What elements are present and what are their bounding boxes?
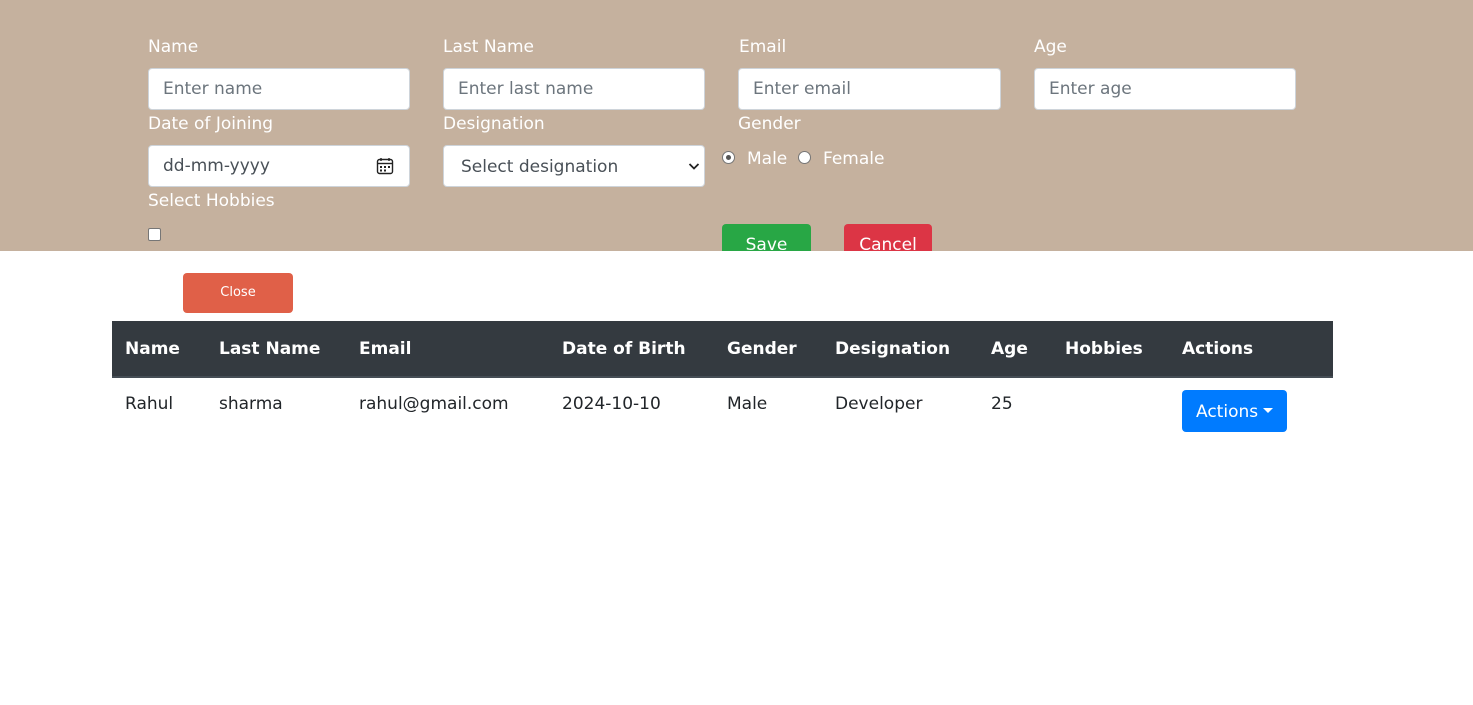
- email-input[interactable]: [738, 68, 1001, 110]
- chevron-down-icon: [688, 163, 700, 170]
- gender-option-male-label: Male: [747, 149, 788, 169]
- name-input[interactable]: [148, 68, 410, 110]
- last-name-input[interactable]: [443, 68, 705, 110]
- table-header-row: Name Last Name Email Date of Birth Gende…: [112, 321, 1333, 378]
- designation-selected-value: Select designation: [461, 157, 619, 177]
- calendar-icon[interactable]: [376, 157, 394, 175]
- actions-label: Actions: [1196, 402, 1259, 422]
- column-header-last-name: Last Name: [219, 339, 321, 359]
- column-header-hobbies: Hobbies: [1065, 339, 1143, 359]
- column-header-date-of-birth: Date of Birth: [562, 339, 686, 359]
- date-of-joining-input[interactable]: dd-mm-yyyy: [148, 145, 410, 187]
- cell-last-name: sharma: [219, 394, 283, 414]
- cell-designation: Developer: [835, 394, 923, 414]
- last-name-label: Last Name: [443, 37, 534, 57]
- cell-name: Rahul: [125, 394, 174, 414]
- column-header-designation: Designation: [835, 339, 951, 359]
- cancel-button[interactable]: Cancel: [844, 224, 932, 251]
- cell-age: 25: [991, 394, 1013, 414]
- hobby-checkbox[interactable]: [148, 228, 161, 241]
- column-header-gender: Gender: [727, 339, 797, 359]
- column-header-name: Name: [125, 339, 180, 359]
- cell-email: rahul@gmail.com: [359, 394, 509, 414]
- cell-gender: Male: [727, 394, 768, 414]
- gender-radio-female[interactable]: [798, 151, 811, 164]
- column-header-age: Age: [991, 339, 1028, 359]
- close-button[interactable]: Close: [183, 273, 293, 313]
- actions-dropdown-button[interactable]: Actions: [1182, 390, 1287, 432]
- name-label: Name: [148, 37, 199, 57]
- designation-label: Designation: [443, 114, 545, 134]
- gender-radio-male[interactable]: [722, 151, 735, 164]
- date-placeholder: dd-mm-yyyy: [163, 156, 270, 176]
- save-button[interactable]: Save: [722, 224, 811, 251]
- employee-form-panel: Name Last Name Email Age Date of Joining…: [0, 0, 1473, 251]
- column-header-email: Email: [359, 339, 412, 359]
- cell-date-of-birth: 2024-10-10: [562, 394, 661, 414]
- email-label: Email: [739, 37, 787, 57]
- column-header-actions: Actions: [1182, 339, 1254, 359]
- caret-down-icon: [1263, 408, 1273, 413]
- gender-option-female-label: Female: [823, 149, 885, 169]
- date-of-joining-label: Date of Joining: [148, 114, 274, 134]
- designation-select[interactable]: Select designation: [443, 145, 705, 187]
- age-input[interactable]: [1034, 68, 1296, 110]
- gender-label: Gender: [738, 114, 801, 134]
- age-label: Age: [1034, 37, 1067, 57]
- select-hobbies-label: Select Hobbies: [148, 191, 275, 211]
